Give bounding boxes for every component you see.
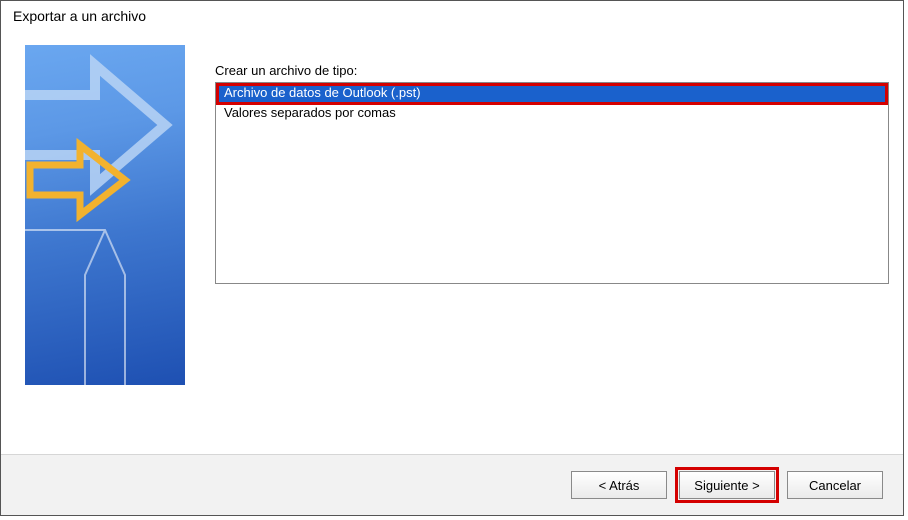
file-type-listbox[interactable]: Archivo de datos de Outlook (.pst) Valor… [215,82,889,284]
option-csv[interactable]: Valores separados por comas [216,103,888,123]
cancel-button[interactable]: Cancelar [787,471,883,499]
next-button[interactable]: Siguiente > [679,471,775,499]
content-area: Crear un archivo de tipo: Archivo de dat… [185,45,889,445]
dialog-body: Crear un archivo de tipo: Archivo de dat… [1,35,903,445]
wizard-illustration [25,45,185,385]
back-button[interactable]: < Atrás [571,471,667,499]
file-type-label: Crear un archivo de tipo: [215,63,889,78]
dialog-title: Exportar a un archivo [1,1,903,30]
export-dialog: Exportar a un archivo Crear un archivo d… [0,0,904,516]
dialog-footer: < Atrás Siguiente > Cancelar [1,454,903,515]
option-pst[interactable]: Archivo de datos de Outlook (.pst) [216,83,888,103]
